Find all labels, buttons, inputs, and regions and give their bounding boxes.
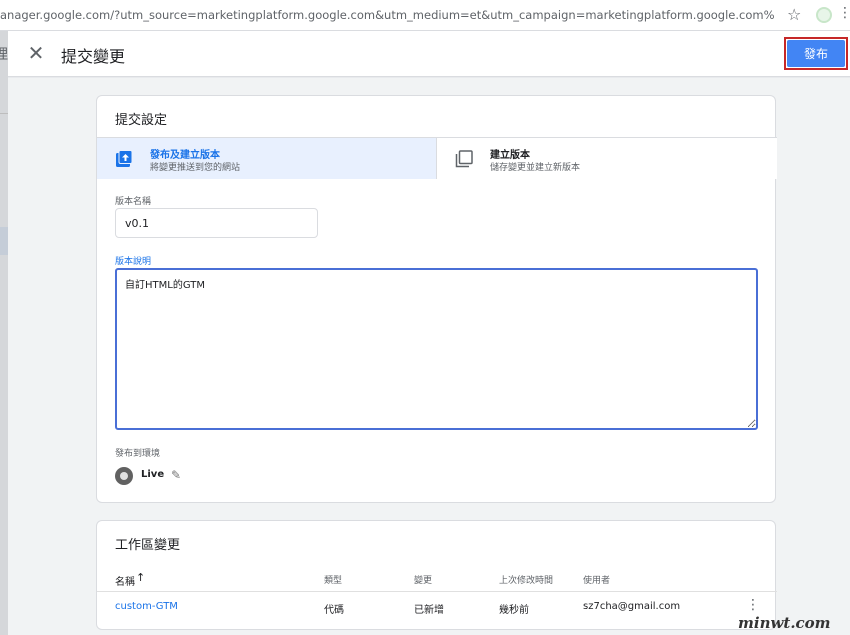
column-header-modified[interactable]: 上次修改時間 (499, 573, 553, 586)
more-vert-icon[interactable]: ⋮ (746, 597, 760, 613)
divider (0, 113, 8, 114)
row-type: 代碼 (324, 605, 344, 616)
extension-icon[interactable] (816, 7, 832, 23)
underlying-page-char: 理 (0, 47, 8, 63)
publish-icon (116, 150, 133, 167)
browser-url-bar: anager.google.com/?utm_source=marketingp… (0, 0, 850, 31)
version-name-label: 版本名稱 (115, 197, 152, 207)
dialog-header: ✕ 提交變更 發布 (8, 31, 850, 77)
copy-icon (455, 150, 473, 168)
bookmark-star-icon[interactable]: ☆ (787, 5, 801, 24)
environment-label: 發布到環境 (115, 449, 161, 459)
row-modified: 幾秒前 (499, 605, 529, 616)
column-header-user[interactable]: 使用者 (583, 573, 610, 586)
column-header-name[interactable]: 名稱 (115, 573, 135, 588)
card-title: 提交設定 (115, 113, 168, 128)
underlying-page-strip: 理 (0, 31, 8, 635)
environment-name: Live (141, 469, 165, 480)
divider (97, 591, 777, 592)
close-icon[interactable]: ✕ (25, 42, 47, 64)
option-title: 建立版本 (490, 150, 530, 161)
version-desc-label: 版本說明 (115, 257, 152, 267)
publish-button[interactable]: 發布 (787, 40, 845, 67)
column-header-change[interactable]: 變更 (414, 573, 432, 586)
row-change: 已新增 (414, 605, 444, 616)
environment-icon (115, 467, 133, 485)
version-desc-textarea[interactable]: 自訂HTML的GTM (115, 268, 758, 430)
row-user: sz7cha@gmail.com (583, 601, 681, 612)
submit-settings-card: 提交設定 發布及建立版本 將變更推送到您的網站 建立版本 儲存變更並建立新版本 … (96, 95, 777, 503)
version-name-input[interactable] (115, 208, 318, 238)
option-subtitle: 儲存變更並建立新版本 (490, 163, 581, 173)
sort-arrow-up-icon[interactable]: ↑ (136, 571, 145, 584)
option-publish-and-create[interactable]: 發布及建立版本 將變更推送到您的網站 (97, 138, 437, 179)
underlying-highlight (0, 227, 8, 255)
column-header-type[interactable]: 類型 (324, 573, 342, 586)
option-title: 發布及建立版本 (150, 150, 220, 161)
watermark: minwt.com (738, 614, 831, 632)
page-title: 提交變更 (61, 47, 126, 66)
workspace-changes-card: 工作區變更 名稱 ↑ 類型 變更 上次修改時間 使用者 custom-GTM 代… (96, 520, 777, 630)
card-title: 工作區變更 (115, 538, 181, 553)
row-name-link[interactable]: custom-GTM (115, 601, 178, 612)
submit-options: 發布及建立版本 將變更推送到您的網站 建立版本 儲存變更並建立新版本 (97, 137, 777, 179)
option-subtitle: 將變更推送到您的網站 (150, 163, 241, 173)
url-text[interactable]: anager.google.com/?utm_source=marketingp… (0, 8, 775, 22)
option-create-version[interactable]: 建立版本 儲存變更並建立新版本 (437, 138, 777, 179)
edit-pencil-icon[interactable]: ✎ (171, 468, 181, 482)
browser-menu-icon[interactable]: ⋮ (838, 5, 850, 21)
